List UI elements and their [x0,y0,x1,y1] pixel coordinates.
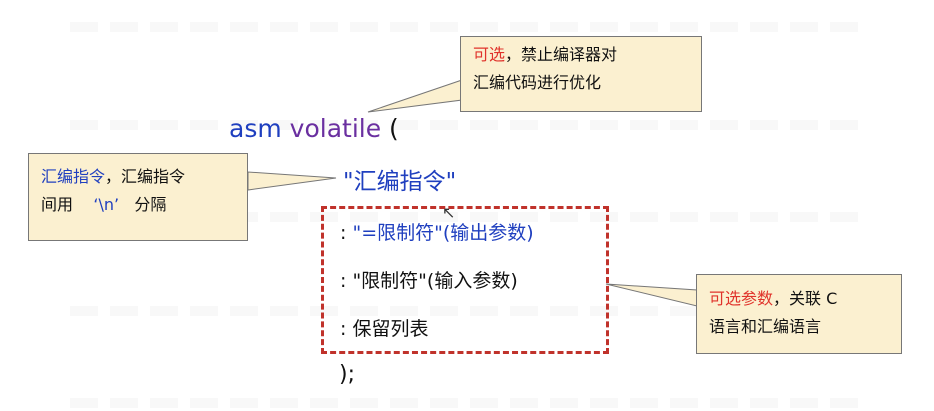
escape-sequence: ‘\n’ [93,195,120,214]
mouse-cursor-icon: ↖ [442,203,456,222]
note-instruction: 汇编指令，汇编指令 间用 ‘\n’ 分隔 [28,153,248,241]
note-text: 间用 [41,195,74,214]
note-highlight: 可选参数 [709,289,774,308]
note-line: 可选参数，关联 C [709,285,889,313]
clobber-list-line: : 保留列表 [340,318,429,340]
note-line: 间用 ‘\n’ 分隔 [41,191,235,219]
output-operand-line: : "=限制符"(输出参数) [340,218,534,245]
note-line: 汇编指令，汇编指令 [41,163,235,191]
note-text: ， [505,45,522,64]
open-paren: ( [389,114,399,143]
note-text: 分隔 [134,195,167,214]
closing-line: ); [339,362,355,387]
instruction-string: "汇编指令" [343,169,457,195]
pointer-params [605,283,698,307]
note-text: 禁止编译器对 [521,45,618,64]
output-colon: : [340,222,353,244]
input-operand-line: : "限制符"(输入参数) [340,270,518,292]
volatile-keyword: volatile [289,114,382,143]
asm-keyword: asm [229,114,282,143]
note-line: 可选，禁止编译器对 [473,41,689,69]
note-line: 汇编代码进行优化 [473,73,602,92]
output-param: (输出参数) [442,222,534,244]
output-constraint: "=限制符" [352,222,443,244]
pointer-optional [367,79,463,113]
note-line: 语言和汇编语言 [709,317,822,336]
note-highlight: 汇编指令 [41,167,106,186]
note-text: ，关联 C [773,289,838,308]
asm-volatile-line: asm volatile ( [229,114,399,143]
note-optional-volatile: 可选，禁止编译器对 汇编代码进行优化 [460,36,702,112]
pointer-instruction [247,171,337,191]
note-highlight: 可选 [473,45,506,64]
note-text: ，汇编指令 [105,167,186,186]
note-optional-params: 可选参数，关联 C 语言和汇编语言 [696,274,902,354]
